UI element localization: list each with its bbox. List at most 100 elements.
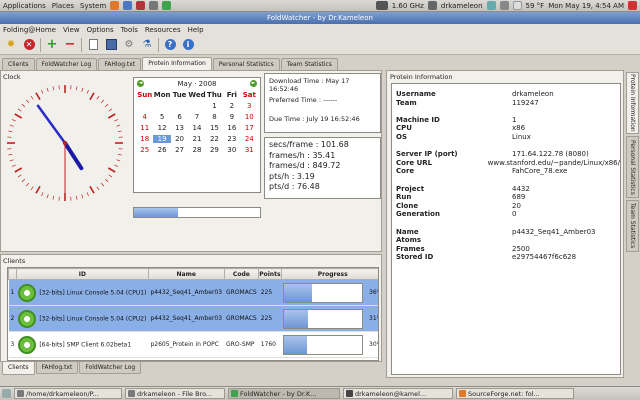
side-tab-personal-stats[interactable]: Personal Statistics bbox=[626, 136, 639, 198]
taskbar-button[interactable]: /home/drkameleon/P... bbox=[14, 388, 122, 399]
clean-icon[interactable]: ⚗ bbox=[140, 38, 154, 52]
taskbar-button[interactable]: drkameleon@kamel... bbox=[343, 388, 453, 399]
calendar-day[interactable]: 16 bbox=[223, 124, 240, 132]
taskbar-label: /home/drkameleon/P... bbox=[26, 389, 99, 398]
calendar-day[interactable]: 11 bbox=[136, 124, 153, 132]
menu-foldinghome[interactable]: Folding@Home bbox=[3, 26, 56, 34]
taskbar-label: drkameleon - File Bro... bbox=[137, 389, 213, 398]
calendar-day[interactable] bbox=[171, 102, 188, 110]
side-tab-team-stats[interactable]: Team Statistics bbox=[626, 200, 639, 252]
calendar-day[interactable]: 30 bbox=[223, 146, 240, 154]
calendar-day[interactable]: 24 bbox=[241, 135, 258, 143]
calendar-day[interactable] bbox=[153, 102, 170, 110]
calendar-day[interactable]: 5 bbox=[153, 113, 170, 121]
side-tab-protein-info[interactable]: Protein Information bbox=[626, 72, 639, 134]
tab-clients[interactable]: Clients bbox=[2, 58, 35, 70]
tab-fahlog-txt[interactable]: FAHlog.txt bbox=[98, 58, 142, 70]
save-icon[interactable] bbox=[104, 38, 118, 52]
help-icon[interactable]: ? bbox=[163, 38, 177, 52]
calendar-day[interactable]: 1 bbox=[206, 102, 223, 110]
bottom-tab-fahlog-txt[interactable]: FAHlog.txt bbox=[35, 362, 79, 374]
calendar-day[interactable]: 28 bbox=[188, 146, 205, 154]
calendar-day[interactable]: 13 bbox=[171, 124, 188, 132]
column-header-code[interactable]: Code bbox=[223, 268, 260, 280]
taskbar-button[interactable]: SourceForge.net: fol... bbox=[456, 388, 574, 399]
table-row[interactable]: 1 [32-bits] Linux Console 5.04 (CPU1) p443… bbox=[8, 279, 378, 306]
table-row[interactable]: 2 [32-bits] Linux Console 5.04 (CPU2) p443… bbox=[8, 305, 378, 332]
power-icon[interactable] bbox=[628, 1, 637, 10]
taskbar-button[interactable]: drkameleon - File Bro... bbox=[125, 388, 225, 399]
firefox-icon[interactable] bbox=[110, 1, 120, 10]
tab-personal-statistics[interactable]: Personal Statistics bbox=[212, 58, 280, 70]
app-icon[interactable] bbox=[162, 1, 172, 10]
network-icon[interactable] bbox=[486, 1, 496, 10]
column-header-id[interactable]: ID bbox=[15, 268, 149, 280]
menu-resources[interactable]: Resources bbox=[145, 26, 181, 34]
calendar-day[interactable]: 22 bbox=[206, 135, 223, 143]
add-icon[interactable]: + bbox=[45, 37, 59, 52]
calendar-day[interactable]: 29 bbox=[206, 146, 223, 154]
settings-icon[interactable]: ✹ bbox=[4, 38, 18, 52]
user-name[interactable]: drkameleon bbox=[441, 2, 483, 10]
menu-options[interactable]: Options bbox=[87, 26, 114, 34]
calendar-day[interactable]: 26 bbox=[153, 146, 170, 154]
calendar-day[interactable]: 27 bbox=[171, 146, 188, 154]
calendar-day[interactable]: 14 bbox=[188, 124, 205, 132]
client-points: 225 bbox=[258, 279, 282, 306]
taskbar-button[interactable]: FoldWatcher - by Dr.K... bbox=[228, 388, 340, 399]
volume-icon[interactable] bbox=[499, 1, 509, 10]
calendar-day[interactable]: 2 bbox=[223, 102, 240, 110]
calendar-day[interactable]: 23 bbox=[223, 135, 240, 143]
debian-icon[interactable] bbox=[136, 1, 146, 10]
system-menu-system[interactable]: System bbox=[80, 2, 106, 10]
calendar-day[interactable]: 6 bbox=[171, 113, 188, 121]
tab-foldwatcher-log[interactable]: FoldWatcher Log bbox=[35, 58, 98, 70]
menu-view[interactable]: View bbox=[63, 26, 80, 34]
terminal-icon[interactable] bbox=[149, 1, 159, 10]
calendar-day[interactable]: 31 bbox=[241, 146, 258, 154]
menu-help[interactable]: Help bbox=[188, 26, 204, 34]
taskbar-app-icon bbox=[17, 390, 24, 397]
calendar-day[interactable]: 4 bbox=[136, 113, 153, 121]
calendar-day[interactable]: 21 bbox=[188, 135, 205, 143]
calendar-day[interactable]: 20 bbox=[171, 135, 188, 143]
clock-text[interactable]: Mon May 19, 4:54 AM bbox=[548, 2, 624, 10]
weather-icon bbox=[512, 1, 522, 10]
system-menu-applications[interactable]: Applications bbox=[3, 2, 46, 10]
client-progress-fill bbox=[284, 283, 313, 302]
tab-team-statistics[interactable]: Team Statistics bbox=[280, 58, 338, 70]
calendar-day[interactable] bbox=[136, 102, 153, 110]
tab-protein-information[interactable]: Protein Information bbox=[142, 57, 212, 70]
protein-info-key bbox=[392, 142, 512, 151]
calendar-day[interactable]: 12 bbox=[153, 124, 170, 132]
bottom-tab-foldwatcher-log[interactable]: FoldWatcher Log bbox=[79, 362, 142, 374]
gear-icon[interactable]: ⚙ bbox=[122, 38, 136, 52]
column-header-name[interactable]: Name bbox=[147, 268, 225, 280]
menu-tools[interactable]: Tools bbox=[121, 26, 138, 34]
calendar-day[interactable]: 18 bbox=[136, 135, 153, 143]
calendar-day[interactable]: 25 bbox=[136, 146, 153, 154]
column-header-progress[interactable]: Progress bbox=[280, 268, 378, 280]
calendar-day[interactable]: 15 bbox=[206, 124, 223, 132]
calendar-day[interactable]: 3 bbox=[241, 102, 258, 110]
calendar-day[interactable]: 17 bbox=[241, 124, 258, 132]
calendar-day[interactable]: 19 bbox=[153, 135, 171, 143]
calendar-next-icon[interactable]: ► bbox=[250, 80, 257, 87]
calendar-day[interactable] bbox=[188, 102, 205, 110]
bottom-tab-clients[interactable]: Clients bbox=[2, 362, 35, 375]
mail-icon[interactable] bbox=[123, 1, 133, 10]
calendar-day[interactable]: 9 bbox=[223, 113, 240, 121]
document-icon[interactable] bbox=[86, 38, 100, 52]
column-header-points[interactable]: Points bbox=[258, 268, 282, 280]
remove-icon[interactable]: − bbox=[63, 37, 77, 52]
calendar[interactable]: ◄ May · 2008 ► Sun Mon Tue Wed Thu Fri Sat 1 2 3 4… bbox=[133, 77, 261, 193]
system-menu-places[interactable]: Places bbox=[52, 2, 74, 10]
calendar-prev-icon[interactable]: ◄ bbox=[137, 80, 144, 87]
calendar-day[interactable]: 10 bbox=[241, 113, 258, 121]
info-icon[interactable]: i bbox=[181, 38, 195, 52]
table-row[interactable]: 3 [64-bits] SMP Client 6.02beta1 p2605_Pro… bbox=[8, 331, 378, 358]
calendar-day[interactable]: 7 bbox=[188, 113, 205, 121]
calendar-day[interactable]: 8 bbox=[206, 113, 223, 121]
show-desktop-icon[interactable] bbox=[2, 389, 11, 398]
stop-icon[interactable]: ✕ bbox=[22, 38, 36, 52]
